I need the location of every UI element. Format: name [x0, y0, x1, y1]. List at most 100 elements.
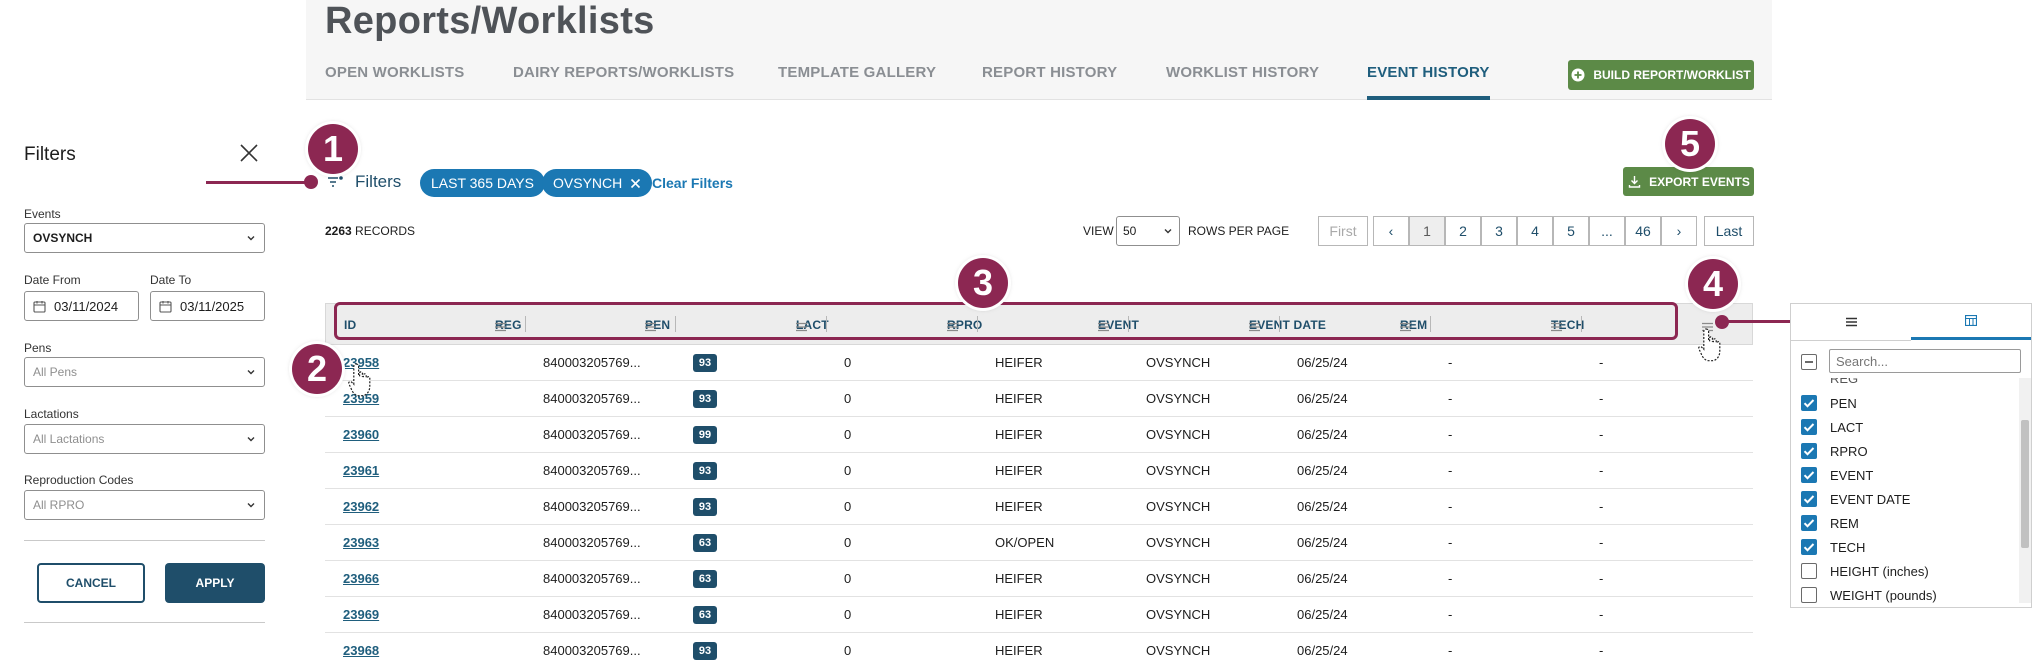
row-id-link[interactable]: 23961 — [343, 463, 379, 478]
row-id-link[interactable]: 23968 — [343, 643, 379, 658]
date-from-field[interactable]: 03/11/2024 — [24, 291, 139, 321]
events-value: OVSYNCH — [33, 231, 93, 245]
tab-event-history[interactable]: EVENT HISTORY — [1367, 64, 1490, 100]
table-row[interactable]: 23968 840003205769... 93 0 HEIFER OVSYNC… — [325, 633, 1753, 665]
repro-label: Reproduction Codes — [24, 473, 134, 487]
page-ellipsis: ... — [1589, 216, 1625, 246]
page-button-3[interactable]: 3 — [1481, 216, 1517, 246]
row-lact: 0 — [844, 463, 852, 478]
events-select[interactable]: OVSYNCH — [24, 223, 265, 253]
rows-per-page-select[interactable]: 50 — [1116, 216, 1180, 246]
column-checkbox[interactable] — [1801, 395, 1817, 411]
close-icon[interactable] — [238, 142, 260, 164]
close-icon[interactable] — [630, 178, 641, 189]
tab-template-gallery[interactable]: TEMPLATE GALLERY — [778, 64, 936, 81]
column-checkbox[interactable] — [1801, 587, 1817, 603]
page-button-5[interactable]: 5 — [1553, 216, 1589, 246]
column-checkbox[interactable] — [1801, 467, 1817, 483]
column-checkbox[interactable] — [1801, 419, 1817, 435]
download-icon — [1627, 175, 1641, 189]
export-events-button[interactable]: EXPORT EVENTS — [1623, 167, 1754, 196]
prev-page-button[interactable]: ‹ — [1373, 216, 1409, 246]
filters-toggle[interactable]: Filters — [327, 172, 401, 192]
column-checkbox[interactable] — [1801, 491, 1817, 507]
row-id-link[interactable]: 23963 — [343, 535, 379, 550]
row-rpro: HEIFER — [995, 463, 1043, 478]
page-button-4[interactable]: 4 — [1517, 216, 1553, 246]
row-rem: - — [1448, 427, 1453, 442]
row-pen-badge: 63 — [693, 570, 717, 588]
record-count-value: 2263 — [325, 224, 352, 238]
column-panel-tab-rule — [1791, 340, 1911, 341]
table-row[interactable]: 23966 840003205769... 63 0 HEIFER OVSYNC… — [325, 561, 1753, 597]
build-report-button[interactable]: BUILD REPORT/WORKLIST — [1568, 60, 1754, 90]
table-row[interactable]: 23963 840003205769... 63 0 OK/OPEN OVSYN… — [325, 525, 1753, 561]
column-list-scrollbar[interactable] — [2019, 378, 2031, 603]
column-search-input[interactable] — [1829, 349, 2021, 373]
tab-open-worklists[interactable]: OPEN WORKLISTS — [325, 64, 464, 81]
menu-icon — [1845, 317, 1857, 327]
build-report-label: BUILD REPORT/WORKLIST — [1593, 68, 1751, 82]
row-pen-badge: 63 — [693, 606, 717, 624]
record-count-label: RECORDS — [355, 224, 416, 238]
row-event-date: 06/25/24 — [1297, 391, 1348, 406]
scrollbar-thumb[interactable] — [2021, 420, 2029, 548]
row-reg: 840003205769... — [543, 571, 641, 586]
row-rem: - — [1448, 643, 1453, 658]
lactations-select[interactable]: All Lactations — [24, 424, 265, 454]
row-id-link[interactable]: 23969 — [343, 607, 379, 622]
page-button-46[interactable]: 46 — [1625, 216, 1661, 246]
row-lact: 0 — [844, 643, 852, 658]
column-option-label: TECH — [1830, 540, 1866, 555]
row-rem: - — [1448, 391, 1453, 406]
row-reg: 840003205769... — [543, 391, 641, 406]
table-row[interactable]: 23969 840003205769... 63 0 HEIFER OVSYNC… — [325, 597, 1753, 633]
view-label: VIEW — [1083, 224, 1114, 238]
table-row[interactable]: 23960 840003205769... 99 0 HEIFER OVSYNC… — [325, 417, 1753, 453]
apply-button[interactable]: APPLY — [165, 563, 265, 603]
repro-select[interactable]: All RPRO — [24, 490, 265, 520]
filter-chip-date[interactable]: LAST 365 DAYS — [420, 169, 545, 197]
row-event: OVSYNCH — [1146, 499, 1211, 514]
table-row[interactable]: 23958 840003205769... 93 0 HEIFER OVSYNC… — [325, 345, 1753, 381]
last-page-button[interactable]: Last — [1704, 216, 1754, 246]
row-id-link[interactable]: 23960 — [343, 427, 379, 442]
column-checkbox[interactable] — [1801, 515, 1817, 531]
cancel-button[interactable]: CANCEL — [37, 563, 145, 603]
column-checkbox[interactable] — [1801, 539, 1817, 555]
row-pen-badge: 93 — [693, 642, 717, 660]
table-row[interactable]: 23959 840003205769... 93 0 HEIFER OVSYNC… — [325, 381, 1753, 417]
chevron-down-icon — [247, 236, 255, 241]
table-row[interactable]: 23962 840003205769... 93 0 HEIFER OVSYNC… — [325, 489, 1753, 525]
first-page-button[interactable]: First — [1318, 216, 1368, 246]
tab-dairy-reports[interactable]: DAIRY REPORTS/WORKLISTS — [513, 64, 734, 81]
row-id-link[interactable]: 23966 — [343, 571, 379, 586]
column-option-label: EVENT DATE — [1830, 492, 1911, 507]
tab-report-history[interactable]: REPORT HISTORY — [982, 64, 1117, 81]
tab-worklist-history[interactable]: WORKLIST HISTORY — [1166, 64, 1319, 81]
table-row[interactable]: 23961 840003205769... 93 0 HEIFER OVSYNC… — [325, 453, 1753, 489]
pens-select[interactable]: All Pens — [24, 357, 265, 387]
callout-1-dot — [304, 175, 318, 189]
column-option-partial: REG — [1830, 378, 1859, 386]
column-checkbox[interactable] — [1801, 443, 1817, 459]
column-panel-tab-list[interactable] — [1791, 304, 1911, 340]
clear-filters-link[interactable]: Clear Filters — [652, 175, 733, 191]
page-button-1[interactable]: 1 — [1409, 216, 1445, 246]
row-tech: - — [1599, 535, 1604, 550]
rows-per-page-value: 50 — [1123, 224, 1137, 238]
date-to-field[interactable]: 03/11/2025 — [150, 291, 265, 321]
row-rpro: HEIFER — [995, 391, 1043, 406]
page-button-2[interactable]: 2 — [1445, 216, 1481, 246]
column-panel-tab-columns[interactable] — [1911, 304, 2031, 340]
select-all-checkbox[interactable] — [1801, 354, 1817, 370]
row-tech: - — [1599, 391, 1604, 406]
date-from-label: Date From — [24, 273, 81, 287]
next-page-button[interactable]: › — [1661, 216, 1697, 246]
row-id-link[interactable]: 23962 — [343, 499, 379, 514]
calendar-icon — [33, 300, 46, 313]
column-checkbox[interactable] — [1801, 563, 1817, 579]
filter-chip-event[interactable]: OVSYNCH — [542, 169, 653, 197]
callout-4-leader — [1728, 320, 1790, 323]
column-option-label: PEN — [1830, 396, 1857, 411]
